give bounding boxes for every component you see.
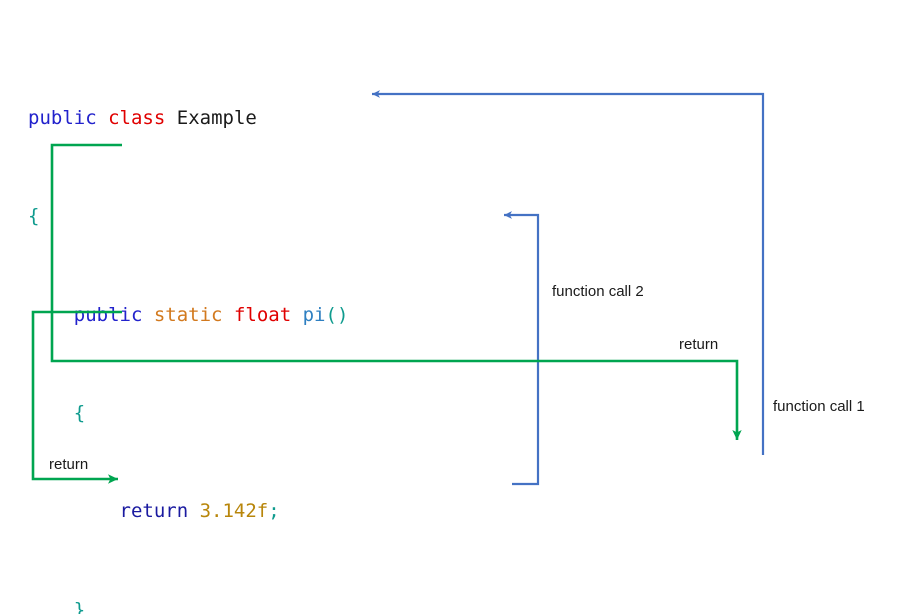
token-public: public <box>73 303 143 326</box>
code-line-5: return 3.142f; <box>119 500 280 523</box>
token-class-name: Example <box>176 106 257 129</box>
brace-open-pi: { <box>73 401 86 424</box>
token-return: return <box>119 500 189 523</box>
parens: () <box>325 303 349 326</box>
code-line-6: } <box>28 598 818 614</box>
code-flow-diagram: public class Example { public static flo… <box>0 0 910 614</box>
label-return-pi: return <box>679 336 719 353</box>
token-public: public <box>28 106 97 129</box>
source-code-block: public class Example { public static flo… <box>28 32 818 614</box>
token-method-pi: pi <box>302 303 326 326</box>
token-class: class <box>108 106 166 129</box>
brace-close-pi: } <box>73 598 86 614</box>
label-function-call-1: function call 1 <box>773 398 865 415</box>
code-line-3: public static float pi() <box>28 303 818 328</box>
code-line-2: { <box>28 204 818 229</box>
token-float: float <box>233 303 292 326</box>
token-static: static <box>153 303 223 326</box>
label-return-sum: return <box>47 456 91 473</box>
token-pi-value: 3.142f <box>199 500 269 523</box>
brace-open-class: { <box>28 205 40 228</box>
code-line-4: { <box>28 401 818 426</box>
label-function-call-2: function call 2 <box>552 283 644 300</box>
code-line-1: public class Example <box>28 106 818 131</box>
